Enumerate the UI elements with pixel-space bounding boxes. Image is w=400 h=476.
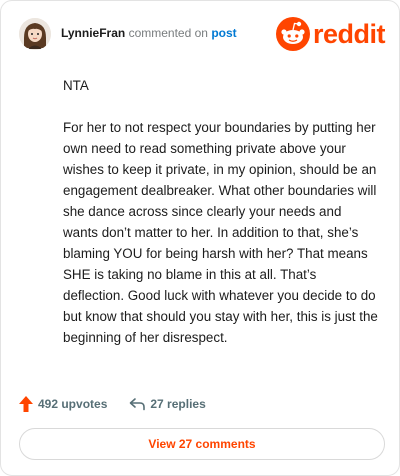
reddit-snoo-icon xyxy=(275,17,310,51)
reddit-logo[interactable]: reddit xyxy=(275,17,386,51)
comment-card: LynnieFran commented on post reddit NTA … xyxy=(0,0,400,476)
user-avatar-icon[interactable] xyxy=(19,18,51,50)
upvote-count: 492 upvotes xyxy=(38,397,108,411)
comment-header: LynnieFran commented on post reddit xyxy=(19,15,386,55)
reddit-wordmark: reddit xyxy=(312,19,386,49)
upvote-button[interactable]: 492 upvotes xyxy=(19,396,107,412)
reply-count: 27 replies xyxy=(150,397,206,411)
replies-button[interactable]: 27 replies xyxy=(129,397,206,411)
username-link[interactable]: LynnieFran xyxy=(61,26,125,40)
comment-body: NTA For her to not respect your boundari… xyxy=(63,75,379,369)
comment-paragraph: For her to not respect your boundaries b… xyxy=(63,120,378,345)
reply-arrow-icon xyxy=(130,398,146,411)
commented-on-text: commented on xyxy=(128,26,208,40)
comment-meta: LynnieFran commented on post xyxy=(61,26,237,40)
comment-actions: 492 upvotes 27 replies xyxy=(19,393,228,415)
post-link[interactable]: post xyxy=(211,26,236,40)
comment-paragraph: NTA xyxy=(63,78,89,93)
view-comments-button[interactable]: View 27 comments xyxy=(19,428,385,460)
upvote-arrow-icon xyxy=(19,396,33,412)
